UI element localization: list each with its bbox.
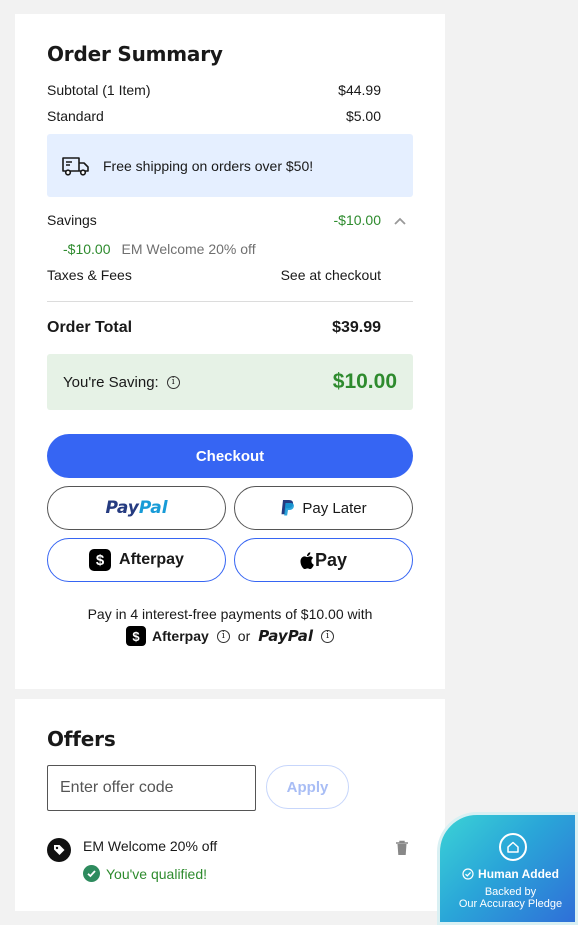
shipping-value: $5.00 xyxy=(345,108,381,124)
pledge-line-1: Human Added xyxy=(440,867,578,881)
tag-icon xyxy=(47,838,71,862)
check-circle-icon xyxy=(462,868,474,880)
apple-pay-label: Pay xyxy=(314,549,348,570)
taxes-label: Taxes & Fees xyxy=(47,267,132,283)
pledge-line-3: Our Accuracy Pledge xyxy=(458,898,563,910)
installments-text: Pay in 4 interest-free payments of $10.0… xyxy=(87,606,373,622)
paypal-info-icon[interactable]: i xyxy=(321,629,335,643)
order-summary-title: Order Summary xyxy=(47,42,223,66)
savings-label: Savings xyxy=(47,212,97,228)
cash-app-icon: $ xyxy=(125,626,146,646)
afterpay-button[interactable]: $ Afterpay xyxy=(47,538,226,582)
offers-card: Offers Apply EM Welcome 20% off You've q… xyxy=(15,699,445,911)
free-shipping-banner: Free shipping on orders over $50! xyxy=(47,134,413,197)
checkout-button[interactable]: Checkout xyxy=(47,434,413,478)
home-icon xyxy=(499,833,527,861)
order-total-row: Order Total $39.99 xyxy=(47,319,381,337)
order-total-label: Order Total xyxy=(47,319,133,336)
applied-offer-name: EM Welcome 20% off xyxy=(83,838,218,854)
installments-or: or xyxy=(237,628,251,644)
apple-pay-button[interactable]: Pay xyxy=(234,538,413,582)
chevron-up-icon[interactable] xyxy=(393,214,407,228)
saving-label: You're Saving: xyxy=(63,373,159,391)
discount-amount: -$10.00 xyxy=(63,241,111,257)
saving-banner: You're Saving: i $10.00 xyxy=(47,354,413,410)
installments-providers: $ Afterpay i or PayPal i xyxy=(47,626,413,646)
offers-title: Offers xyxy=(47,727,116,751)
apply-button[interactable]: Apply xyxy=(266,765,349,809)
saving-amount: $10.00 xyxy=(332,370,397,393)
trash-icon[interactable] xyxy=(395,840,409,856)
info-icon[interactable]: i xyxy=(166,375,180,389)
subtotal-row: Subtotal (1 Item) $44.99 xyxy=(47,82,381,98)
accuracy-pledge-badge[interactable]: Human Added Backed by Our Accuracy Pledg… xyxy=(437,812,578,925)
subtotal-label: Subtotal (1 Item) xyxy=(47,82,151,98)
afterpay-label: Afterpay xyxy=(119,551,184,568)
taxes-row: Taxes & Fees See at checkout xyxy=(47,267,381,283)
paypal-button[interactable]: PayPal xyxy=(47,486,226,530)
savings-row[interactable]: Savings -$10.00 xyxy=(47,212,381,228)
apple-icon xyxy=(300,551,314,569)
savings-value: -$10.00 xyxy=(333,212,381,228)
paypal-logo: PayPal xyxy=(105,498,168,518)
discount-name: EM Welcome 20% off xyxy=(121,241,256,257)
afterpay-info-icon[interactable]: i xyxy=(216,629,230,643)
shipping-row: Standard $5.00 xyxy=(47,108,381,124)
order-summary-card: Order Summary Subtotal (1 Item) $44.99 S… xyxy=(15,14,445,689)
truck-icon xyxy=(62,156,89,176)
paypal-icon xyxy=(281,500,295,516)
cash-app-icon: $ xyxy=(89,549,112,571)
free-shipping-text: Free shipping on orders over $50! xyxy=(103,157,314,174)
pay-later-label: Pay Later xyxy=(302,499,367,517)
shipping-label: Standard xyxy=(47,108,104,124)
qualified-status: You've qualified! xyxy=(83,865,207,882)
paypal-mini-logo: PayPal xyxy=(258,627,314,645)
subtotal-value: $44.99 xyxy=(338,82,381,98)
paypal-pay-later-button[interactable]: Pay Later xyxy=(234,486,413,530)
taxes-value: See at checkout xyxy=(280,267,381,283)
discount-row: -$10.00 EM Welcome 20% off xyxy=(63,241,397,257)
qualified-text: You've qualified! xyxy=(106,865,208,882)
order-total-value: $39.99 xyxy=(332,319,381,336)
divider xyxy=(47,301,413,302)
checkmark-icon xyxy=(83,865,100,882)
offer-code-input[interactable] xyxy=(47,765,256,811)
pledge-line-2: Backed by xyxy=(484,886,537,898)
saving-label-group: You're Saving: i xyxy=(63,374,180,391)
afterpay-mini-logo: $ Afterpay xyxy=(125,626,209,646)
